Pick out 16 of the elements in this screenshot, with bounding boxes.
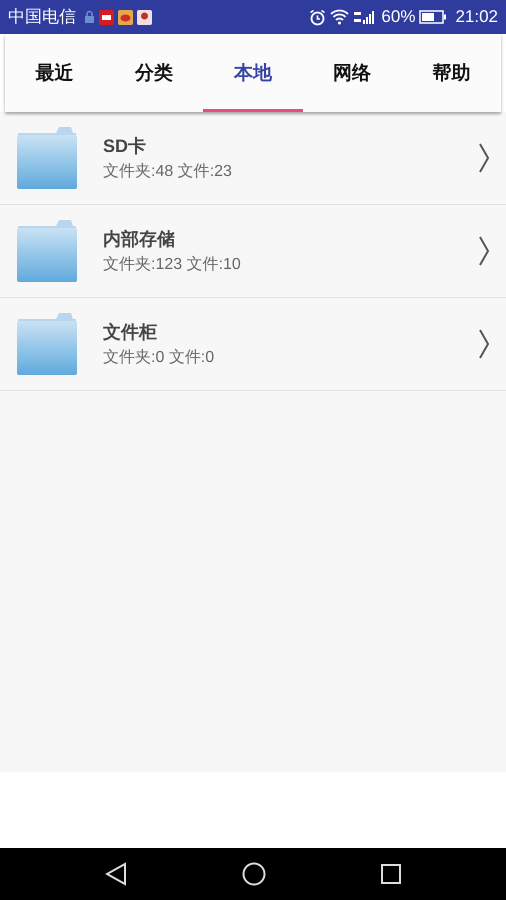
storage-row[interactable]: SD卡 文件夹:48 文件:23 — [0, 112, 506, 205]
storage-title: 文件柜 — [103, 320, 158, 344]
storage-detail: 文件夹:48 文件:23 — [103, 162, 233, 182]
storage-row[interactable]: 内部存储 文件夹:123 文件:10 — [0, 205, 506, 298]
tab[interactable]: 网络 — [302, 34, 402, 112]
carrier-name: 中国电信 — [8, 6, 76, 28]
storage-title: 内部存储 — [103, 228, 176, 250]
clock-time: 21:02 — [455, 6, 498, 28]
tab[interactable]: 帮助 — [402, 34, 502, 112]
storage-detail: 文件夹:123 文件:10 — [103, 254, 242, 274]
storage-title: SD卡 — [103, 134, 148, 158]
battery-percentage: 60% — [381, 6, 416, 28]
storage-detail: 文件夹:0 文件:0 — [103, 348, 216, 368]
tab[interactable]: 分类 — [104, 34, 204, 112]
tab[interactable]: 最近 — [5, 34, 104, 112]
storage-row[interactable]: 文件柜 文件夹:0 文件:0 — [0, 298, 506, 391]
